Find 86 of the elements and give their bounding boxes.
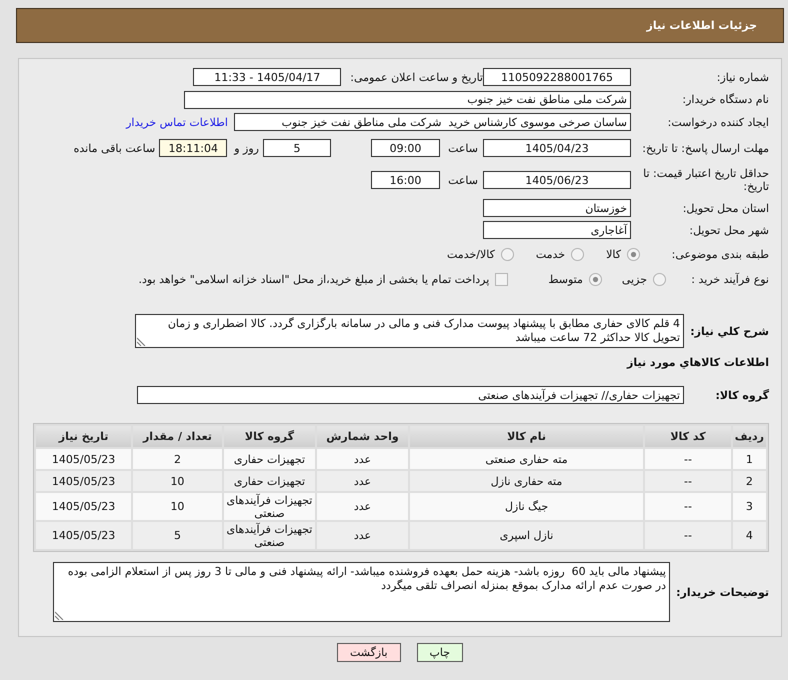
radio-button[interactable]	[500, 248, 514, 260]
table-cell: جیگ نازل	[410, 493, 644, 520]
table-cell: عدد	[317, 522, 408, 549]
table-cell: 2	[732, 471, 766, 491]
option-label: کالا/خدمت	[447, 248, 495, 260]
field-label: مهلت ارسال پاسخ: تا تاریخ:	[641, 142, 769, 154]
field-label: ساعت	[447, 174, 478, 186]
table-cell: --	[645, 522, 731, 549]
print-button[interactable]: چاپ	[416, 643, 464, 662]
table-cell: 10	[133, 493, 222, 520]
resize-grip-icon[interactable]	[137, 337, 146, 346]
table-cell: مته حفاری نازل	[410, 471, 644, 491]
column-header: نام کالا	[410, 426, 644, 447]
option-label: کالا	[606, 248, 621, 260]
table-cell: 10	[133, 471, 222, 491]
field-label: نوع فرآیند خرید :	[690, 272, 769, 286]
days-field[interactable]: 5	[263, 139, 331, 157]
table-cell: 4	[732, 522, 766, 549]
column-header: تعداد / مقدار	[133, 426, 222, 447]
option-label: پرداخت تمام یا بخشی از مبلغ خرید،از محل "اسناد خزانه اسلامی" خواهد بود.	[138, 272, 490, 286]
table-cell: 1405/05/23	[36, 522, 132, 549]
table-cell: نازل اسپری	[410, 522, 644, 549]
description-field[interactable]: 4 قلم کالای حفاری مطابق با پیشنهاد پیوست مدارک فنی و مالی در سامانه بارگزاری گردد. کالا اضطراری و زمان تحویل کالا حداکثر 72 ساعت میباشد	[135, 314, 684, 348]
field-label: شماره نیاز:	[716, 70, 769, 84]
table-cell: عدد	[317, 449, 408, 469]
table-cell: 1405/05/23	[36, 471, 132, 491]
resize-grip-icon[interactable]	[55, 611, 64, 620]
validity-time-field[interactable]: 16:00	[371, 171, 440, 189]
field-label: توضیحات خریدار:	[675, 586, 769, 598]
buyer-contact-link[interactable]: اطلاعات تماس خریدار	[126, 116, 228, 128]
option-label: متوسط	[548, 272, 583, 286]
field-label: حداقل تاریخ اعتبار قیمت: تا تاریخ:	[642, 167, 769, 193]
checkbox[interactable]	[495, 272, 508, 286]
table-cell: تجهیزات فرآیندهای صنعتی	[224, 493, 316, 520]
page-title: جزئیات اطلاعات نیاز	[646, 19, 757, 32]
column-header: واحد شمارش	[317, 426, 408, 447]
table-cell: --	[645, 493, 731, 520]
option-label: جزیی	[622, 272, 647, 286]
need-number-field[interactable]: 1105092288001765	[483, 68, 631, 86]
section-title: اطلاعات کالاهاي مورد نیاز	[627, 356, 769, 368]
deadline-time-field[interactable]: 09:00	[371, 139, 440, 157]
table-cell: عدد	[317, 471, 408, 491]
field-label: گروه کالا:	[714, 388, 769, 402]
table-cell: 5	[133, 522, 222, 549]
field-label: شرح کلي نیاز:	[689, 324, 769, 338]
field-label: ایجاد کننده درخواست:	[666, 116, 769, 128]
radio-button[interactable]	[627, 248, 640, 260]
field-label: استان محل تحویل:	[682, 202, 769, 214]
deadline-date-field[interactable]: 1405/04/23	[483, 139, 631, 157]
table-cell: 2	[133, 449, 222, 469]
option-label: خدمت	[536, 248, 566, 260]
buyer-notes-field[interactable]: پیشنهاد مالی باید 60 روزه باشد- هزینه حمل بعهده فروشنده میباشد- ارائه پیشنهاد فنی و مالی تا 3 روز پس از استعلام الزامی بوده در صورت عدم ارائه مدارک بموقع بمنزله انصراف تلقی میگردد	[53, 562, 670, 622]
field-label: ساعت	[447, 142, 478, 154]
table-cell: عدد	[317, 493, 408, 520]
province-field[interactable]: خوزستان	[483, 199, 631, 217]
goods-group-field[interactable]: تجهیزات حفاری// تجهیزات فرآیندهای صنعتی	[137, 386, 684, 404]
requester-field[interactable]: ساسان صرخی موسوی کارشناس خرید شرکت ملی مناطق نفت خیز جنوب	[234, 113, 631, 131]
table-cell: تجهیزات حفاری	[224, 471, 316, 491]
validity-date-field[interactable]: 1405/06/23	[483, 171, 631, 189]
field-label: طبقه بندی موضوعی:	[670, 248, 769, 260]
column-header: کد کالا	[645, 426, 731, 447]
table-cell: مته حفاری صنعتی	[410, 449, 644, 469]
field-label: شهر محل تحویل:	[688, 224, 769, 236]
field-label: روز و	[234, 142, 259, 154]
buyer-org-field[interactable]: شرکت ملی مناطق نفت خیز جنوب	[184, 90, 631, 108]
city-field[interactable]: آغاجاری	[483, 221, 631, 239]
table-cell: 1405/05/23	[36, 449, 132, 469]
radio-button[interactable]	[571, 248, 584, 260]
table-cell: تجهیزات فرآیندهای صنعتی	[224, 522, 316, 549]
field-label: نام دستگاه خریدار:	[681, 93, 769, 106]
back-button[interactable]: بازگشت	[336, 643, 401, 662]
column-header: تاریخ نیاز	[36, 426, 132, 447]
table-cell: --	[645, 471, 731, 491]
announce-date-field[interactable]: 1405/04/17 - 11:33	[193, 68, 342, 86]
column-header: ردیف	[732, 426, 766, 447]
radio-button[interactable]	[588, 272, 602, 286]
field-label: ساعت باقی مانده	[74, 142, 156, 154]
table-cell: 1	[732, 449, 766, 469]
column-header: گروه کالا	[224, 426, 316, 447]
table-cell: 3	[732, 493, 766, 520]
remaining-time-field[interactable]: 18:11:04	[159, 139, 228, 157]
table-cell: --	[645, 449, 731, 469]
field-label: تاریخ و ساعت اعلان عمومی:	[350, 70, 483, 84]
radio-button[interactable]	[653, 272, 666, 286]
table-cell: 1405/05/23	[36, 493, 132, 520]
table-cell: تجهیزات حفاری	[224, 449, 316, 469]
